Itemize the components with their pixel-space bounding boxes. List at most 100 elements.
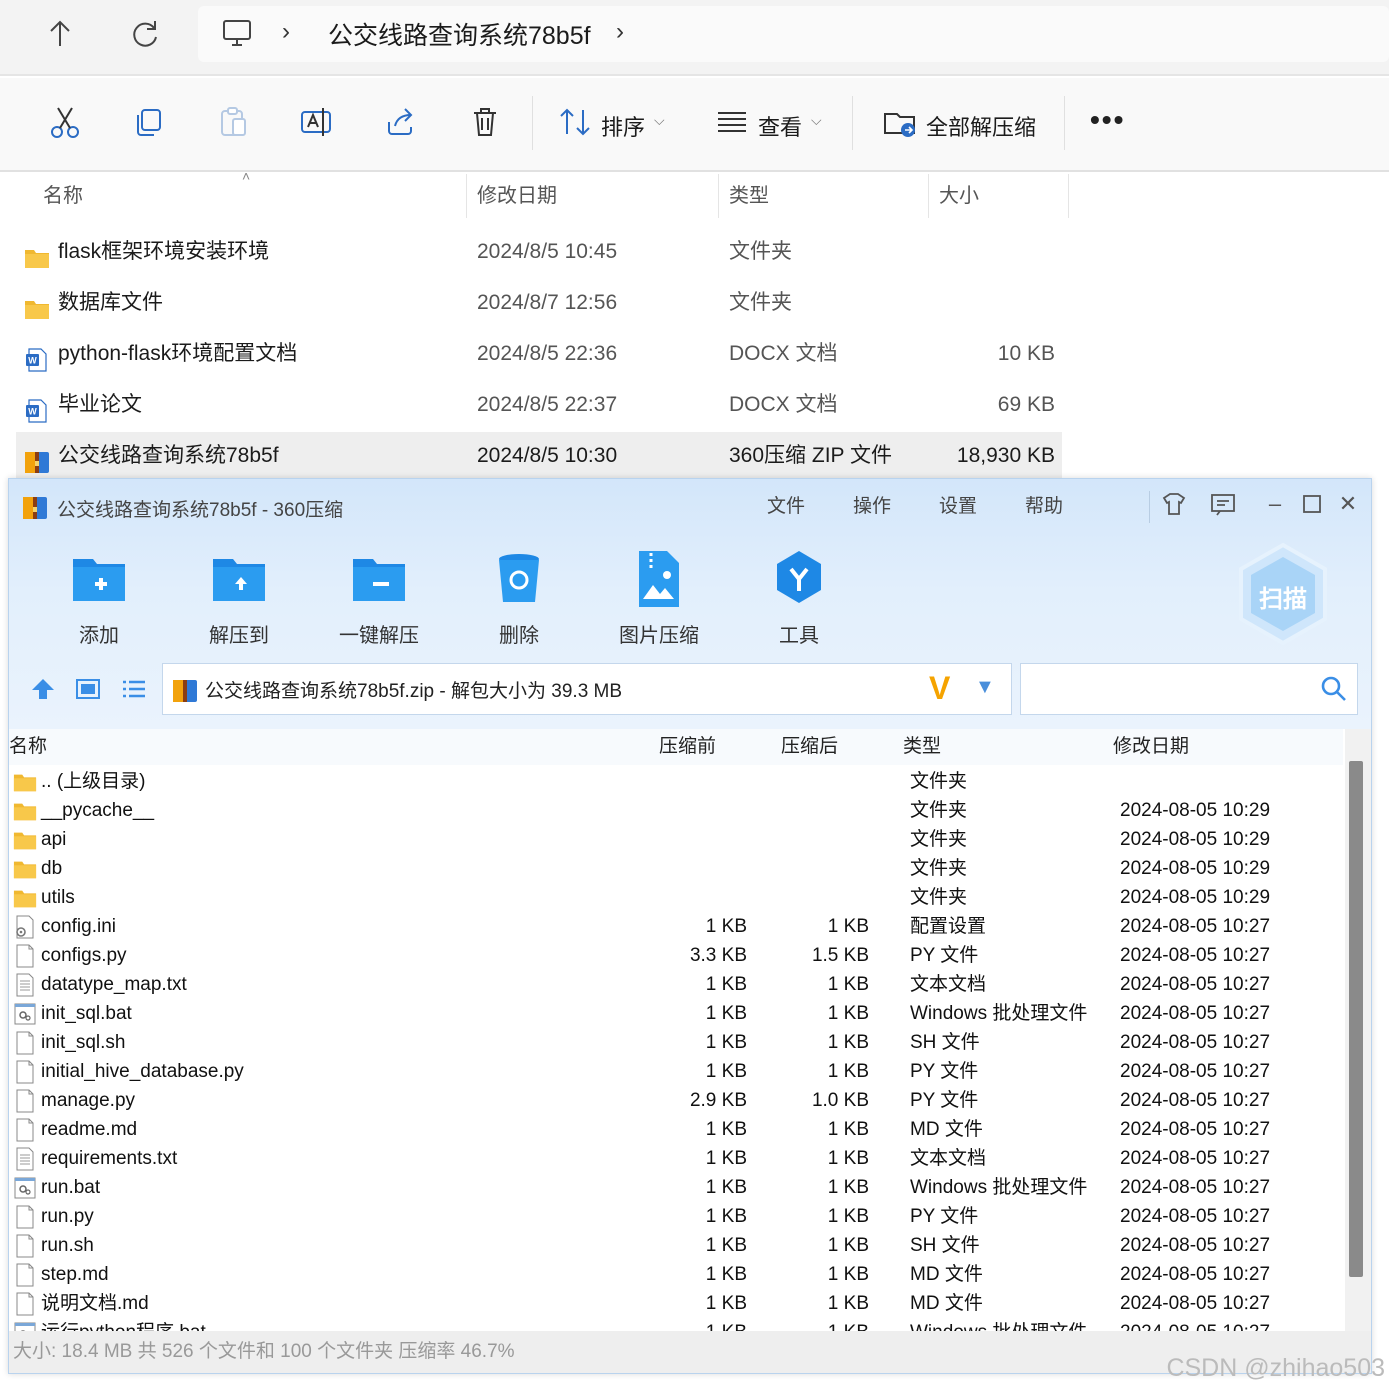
archive-row[interactable]: readme.md 1 KB 1 KB MD 文件 2024-08-05 10:27 xyxy=(9,1115,1343,1144)
file-icon xyxy=(13,944,37,968)
column-header-name[interactable]: 名称 xyxy=(43,174,83,218)
column-header-size[interactable]: 大小 xyxy=(939,174,979,218)
archive-row[interactable]: run.py 1 KB 1 KB PY 文件 2024-08-05 10:27 xyxy=(9,1202,1343,1231)
column-divider[interactable] xyxy=(1068,174,1069,218)
file-row[interactable]: Wpython-flask环境配置文档 2024/8/5 22:36 DOCX 文档… xyxy=(16,330,1062,378)
archive-row[interactable]: configs.py 3.3 KB 1.5 KB PY 文件 2024-08-05 10… xyxy=(9,941,1343,970)
archive-row[interactable]: api 文件夹 2024-08-05 10:29 xyxy=(9,825,1343,854)
column-header-type[interactable]: 类型 xyxy=(729,174,769,218)
image-compress-button[interactable]: 图片压缩 xyxy=(599,547,719,647)
archive-row[interactable]: run.sh 1 KB 1 KB SH 文件 2024-08-05 10:27 xyxy=(9,1231,1343,1260)
column-divider[interactable] xyxy=(466,174,467,218)
entry-modified: 2024-08-05 10:27 xyxy=(1120,1318,1270,1331)
archive-row[interactable]: 运行python程序.bat 1 KB 1 KB Windows 批处理文件 2024-… xyxy=(9,1318,1343,1331)
add-button[interactable]: 添加 xyxy=(39,547,159,647)
file-icon xyxy=(13,1031,37,1055)
archive-row[interactable]: __pycache__ 文件夹 2024-08-05 10:29 xyxy=(9,796,1343,825)
dropdown-arrow-icon[interactable]: ▼ xyxy=(975,676,995,699)
zip-column-header-type[interactable]: 类型 xyxy=(903,729,941,765)
breadcrumb-current[interactable]: 公交线路查询系统78b5f xyxy=(328,16,591,52)
menu-help[interactable]: 帮助 xyxy=(1025,491,1063,518)
thumbnail-view-icon[interactable] xyxy=(74,675,102,703)
list-view-icon[interactable] xyxy=(120,675,148,703)
entry-name: api xyxy=(41,829,67,850)
file-row[interactable]: 数据库文件 2024/8/7 12:56 文件夹 xyxy=(16,279,1062,327)
skin-icon[interactable] xyxy=(1159,489,1189,519)
archive-row[interactable]: run.bat 1 KB 1 KB Windows 批处理文件 2024-08-05 1… xyxy=(9,1173,1343,1202)
menu-file[interactable]: 文件 xyxy=(767,491,805,518)
zip-column-header-modified[interactable]: 修改日期 xyxy=(1113,729,1189,765)
view-button[interactable]: 查看 xyxy=(758,110,802,142)
archive-row[interactable]: requirements.txt 1 KB 1 KB 文本文档 2024-08-05 1… xyxy=(9,1144,1343,1173)
computer-icon[interactable] xyxy=(220,16,254,50)
copy-icon[interactable] xyxy=(129,102,169,142)
archive-row[interactable]: initial_hive_database.py 1 KB 1 KB PY 文件 202… xyxy=(9,1057,1343,1086)
file-row[interactable]: 公交线路查询系统78b5f 2024/8/5 10:30 360压缩 ZIP 文件 1… xyxy=(16,432,1062,480)
paste-icon[interactable] xyxy=(213,102,253,142)
scan-button[interactable]: 扫描 xyxy=(1235,541,1331,647)
share-icon[interactable] xyxy=(381,102,421,142)
chevron-right-icon[interactable]: › xyxy=(616,18,624,46)
up-level-icon[interactable] xyxy=(29,675,57,703)
file-type: 文件夹 xyxy=(729,240,792,263)
extract-all-button[interactable]: 全部解压缩 xyxy=(926,110,1036,142)
archive-row[interactable]: .. (上级目录) 文件夹 xyxy=(9,767,1343,796)
folder-icon xyxy=(13,799,37,823)
extract-to-button[interactable]: 解压到 xyxy=(179,547,299,647)
menu-operation[interactable]: 操作 xyxy=(853,491,891,518)
search-box[interactable] xyxy=(1020,663,1358,715)
view-icon[interactable] xyxy=(712,102,752,142)
batch-file-icon xyxy=(13,1176,37,1200)
entry-type: 文件夹 xyxy=(910,771,968,792)
chevron-down-icon[interactable]: ⌵ xyxy=(654,112,665,129)
archive-row[interactable]: init_sql.sh 1 KB 1 KB SH 文件 2024-08-05 10:27 xyxy=(9,1028,1343,1057)
feedback-icon[interactable] xyxy=(1208,489,1238,519)
archive-row[interactable]: db 文件夹 2024-08-05 10:29 xyxy=(9,854,1343,883)
chevron-right-icon: › xyxy=(282,18,290,45)
delete-icon[interactable] xyxy=(465,102,505,142)
menu-settings[interactable]: 设置 xyxy=(939,491,977,518)
minimize-icon[interactable]: – xyxy=(1260,489,1290,519)
one-click-extract-button[interactable]: 一键解压 xyxy=(319,547,439,647)
sort-icon[interactable] xyxy=(556,102,596,142)
entry-type: Windows 批处理文件 xyxy=(910,1177,1088,1198)
file-row[interactable]: flask框架环境安装环境 2024/8/5 10:45 文件夹 xyxy=(16,228,1062,276)
rename-icon[interactable] xyxy=(297,102,337,142)
column-divider[interactable] xyxy=(928,174,929,218)
tools-button[interactable]: 工具 xyxy=(739,547,859,647)
text-file-icon xyxy=(13,1147,37,1171)
archive-row[interactable]: datatype_map.txt 1 KB 1 KB 文本文档 2024-08-05 1… xyxy=(9,970,1343,999)
zip-column-header-name[interactable]: 名称 xyxy=(9,729,47,765)
extract-all-icon[interactable] xyxy=(880,102,920,142)
sort-button[interactable]: 排序 xyxy=(601,110,645,142)
archive-row[interactable]: init_sql.bat 1 KB 1 KB Windows 批处理文件 2024-08… xyxy=(9,999,1343,1028)
zip-column-header-before[interactable]: 压缩前 xyxy=(659,729,716,765)
entry-type: PY 文件 xyxy=(910,945,979,966)
zip-column-header-after[interactable]: 压缩后 xyxy=(781,729,838,765)
chevron-down-icon[interactable]: ⌵ xyxy=(811,112,822,129)
column-header-date[interactable]: 修改日期 xyxy=(477,174,557,218)
refresh-icon[interactable] xyxy=(125,14,165,54)
more-options-button[interactable]: ••• xyxy=(1090,104,1125,136)
vertical-scrollbar[interactable] xyxy=(1345,729,1371,1331)
scrollbar-thumb[interactable] xyxy=(1349,761,1363,1277)
vip-v-icon[interactable]: V xyxy=(929,670,950,707)
window-title: 公交线路查询系统78b5f - 360压缩 xyxy=(57,500,344,521)
cut-icon[interactable] xyxy=(45,102,85,142)
file-row[interactable]: W 毕业论文 2024/8/5 22:37 DOCX 文档 69 KB xyxy=(16,381,1062,429)
archive-row[interactable]: manage.py 2.9 KB 1.0 KB PY 文件 2024-08-05 10:… xyxy=(9,1086,1343,1115)
search-input[interactable] xyxy=(1029,672,1309,706)
archive-path-bar[interactable]: 公交线路查询系统78b5f.zip - 解包大小为 39.3 MB V ▼ xyxy=(162,663,1012,715)
archive-row[interactable]: step.md 1 KB 1 KB MD 文件 2024-08-05 10:27 xyxy=(9,1260,1343,1289)
archive-row[interactable]: 说明文档.md 1 KB 1 KB MD 文件 2024-08-05 10:27 xyxy=(9,1289,1343,1318)
maximize-icon[interactable] xyxy=(1297,489,1327,519)
entry-size-after: 1 KB xyxy=(827,1206,869,1227)
delete-button[interactable]: 删除 xyxy=(459,547,579,647)
archive-row[interactable]: config.ini 1 KB 1 KB 配置设置 2024-08-05 10:27 xyxy=(9,912,1343,941)
up-arrow-icon[interactable] xyxy=(40,14,80,54)
search-icon[interactable] xyxy=(1319,674,1349,704)
close-icon[interactable]: ✕ xyxy=(1333,489,1363,519)
archive-row[interactable]: utils 文件夹 2024-08-05 10:29 xyxy=(9,883,1343,912)
column-divider[interactable] xyxy=(718,174,719,218)
entry-size-before: 1 KB xyxy=(705,1061,747,1082)
